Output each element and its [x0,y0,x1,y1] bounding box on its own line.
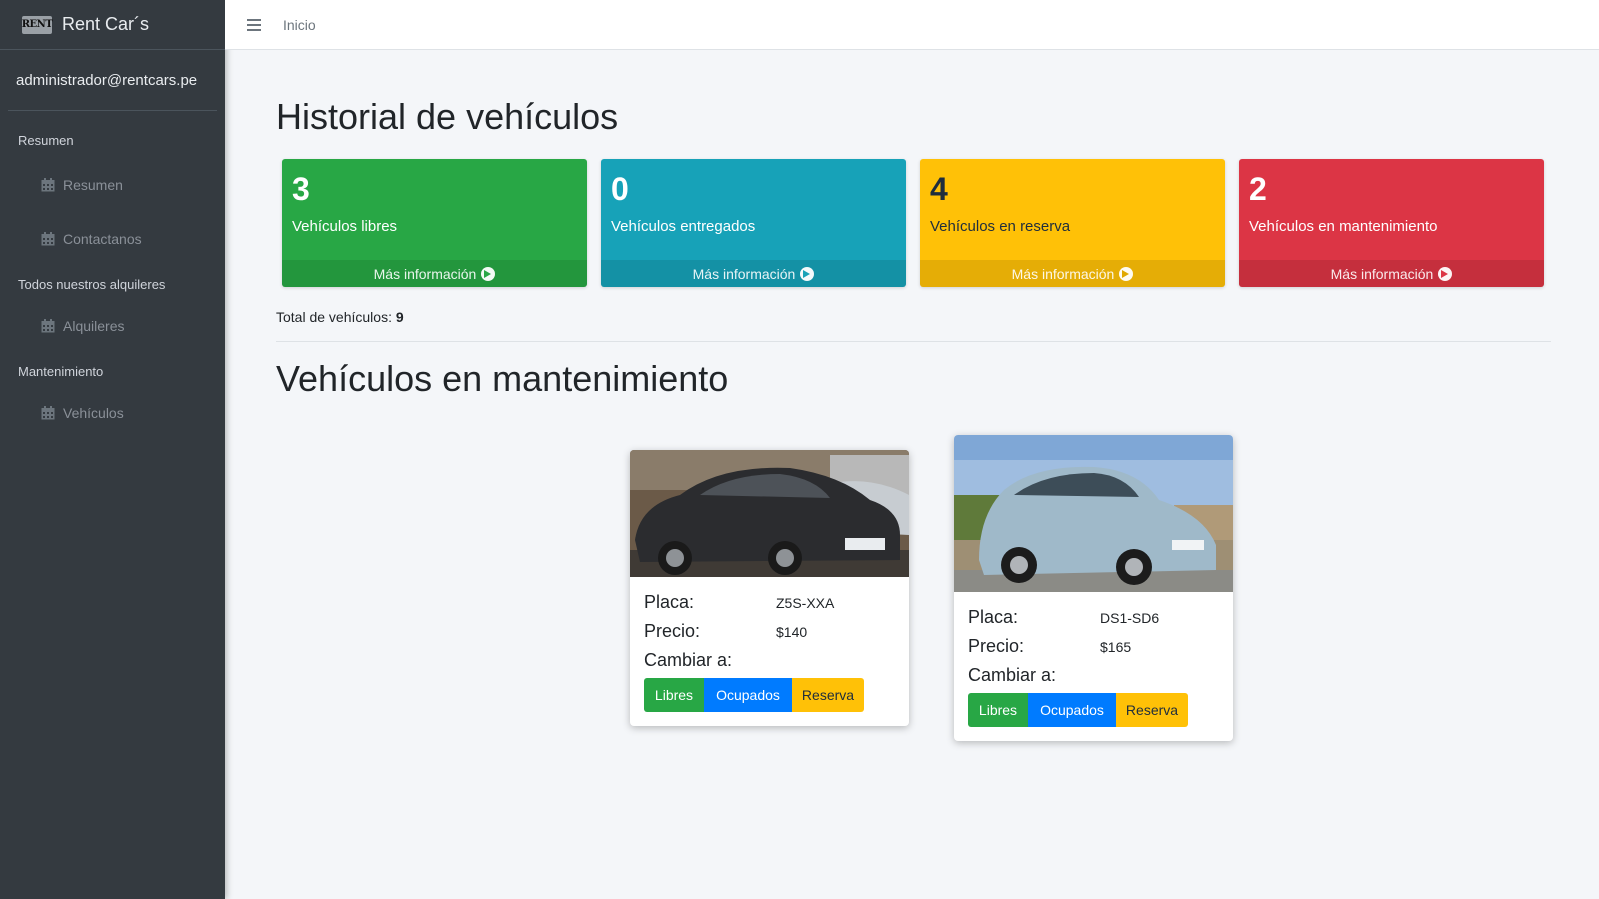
stat-label: Vehículos libres [292,218,398,235]
arrow-circle-right-icon [1438,266,1453,281]
user-email-label: administrador@rentcars.pe [16,71,198,89]
sidebar-item-vehiculos[interactable]: Vehículos [0,401,124,425]
sidebar: RENT Rent Car´s administrador@rentcars.p… [0,0,225,899]
more-info-link[interactable]: Más información [920,260,1225,287]
sidebar-item-label: Alquileres [63,318,125,334]
more-info-link[interactable]: Más información [282,260,587,287]
plate-value: Z5S-XXA [776,595,835,611]
stat-label: Vehículos en mantenimiento [1249,218,1438,235]
calendar-icon [41,319,55,333]
sidebar-item-label: Vehículos [63,405,124,421]
vehicle-image [954,435,1233,592]
status-button-group: Libres Ocupados Reserva [644,678,864,712]
change-status-label: Cambiar a: [968,665,1057,685]
section-title-maintenance: Vehículos en mantenimiento [276,358,729,399]
vehicle-card: Placa: DS1-SD6 Precio: $165 Cambiar a: L… [954,435,1233,741]
stat-box-mantenimiento: 2 Vehículos en mantenimiento Más informa… [1239,159,1544,287]
total-label: Total de vehículos: [276,309,392,325]
more-info-label: Más información [373,265,477,282]
arrow-circle-right-icon [1119,266,1134,281]
brand-logo: RENT [22,15,53,34]
brand-link[interactable]: RENT Rent Car´s [0,0,225,50]
stat-box-reserva: 4 Vehículos en reserva Más información [920,159,1225,287]
hamburger-icon[interactable] [247,18,261,31]
stats-row: 3 Vehículos libres Más información 0 Veh… [282,159,1544,287]
price-label: Precio: [644,621,701,641]
price-label: Precio: [968,636,1025,656]
calendar-icon [41,232,55,246]
sidebar-item-alquileres[interactable]: Alquileres [0,314,124,338]
ocupados-button[interactable]: Ocupados [704,678,792,712]
stat-label: Vehículos entregados [611,218,756,235]
libres-button[interactable]: Libres [968,693,1028,727]
sidebar-item-contactanos[interactable]: Contactanos [0,227,142,251]
reserva-button[interactable]: Reserva [792,678,864,712]
nav-header-mantenimiento: Mantenimiento [18,364,104,379]
vehicle-image [630,450,909,577]
stat-value: 0 [611,171,629,207]
total-value: 9 [395,309,404,325]
page-title: Historial de vehículos [276,96,619,137]
status-button-group: Libres Ocupados Reserva [968,693,1188,727]
stat-label: Vehículos en reserva [930,218,1071,235]
stat-value: 2 [1249,171,1267,207]
sidebar-item-resumen[interactable]: Resumen [0,173,123,197]
more-info-label: Más información [1011,265,1115,282]
plate-label: Placa: [644,592,695,612]
vehicle-card: Placa: Z5S-XXA Precio: $140 Cambiar a: L… [630,450,909,726]
calendar-icon [41,406,55,420]
stat-value: 4 [930,171,948,207]
stat-value: 3 [292,171,310,207]
libres-button[interactable]: Libres [644,678,704,712]
price-value: $140 [776,624,808,640]
nav-header-resumen: Resumen [18,133,74,148]
divider [276,341,1551,342]
reserva-button[interactable]: Reserva [1116,693,1188,727]
user-email[interactable]: administrador@rentcars.pe [8,50,217,111]
more-info-label: Más información [1330,265,1434,282]
ocupados-button[interactable]: Ocupados [1028,693,1116,727]
arrow-circle-right-icon [481,266,496,281]
price-value: $165 [1100,639,1132,655]
more-info-link[interactable]: Más información [601,260,906,287]
plate-value: DS1-SD6 [1100,610,1160,626]
sidebar-item-label: Contactanos [63,231,142,247]
sidebar-item-label: Resumen [63,177,123,193]
top-navbar: Inicio [225,0,1599,50]
plate-label: Placa: [968,607,1019,627]
more-info-label: Más información [692,265,796,282]
nav-link-inicio[interactable]: Inicio [283,17,316,33]
more-info-link[interactable]: Más información [1239,260,1544,287]
stat-box-entregados: 0 Vehículos entregados Más información [601,159,906,287]
arrow-circle-right-icon [800,266,815,281]
brand-name: Rent Car´s [62,14,150,34]
calendar-icon [41,178,55,192]
stat-box-libres: 3 Vehículos libres Más información [282,159,587,287]
change-status-label: Cambiar a: [644,650,733,670]
nav-header-alquileres: Todos nuestros alquileres [18,277,166,292]
total-vehicles: Total de vehículos: 9 [276,309,404,325]
